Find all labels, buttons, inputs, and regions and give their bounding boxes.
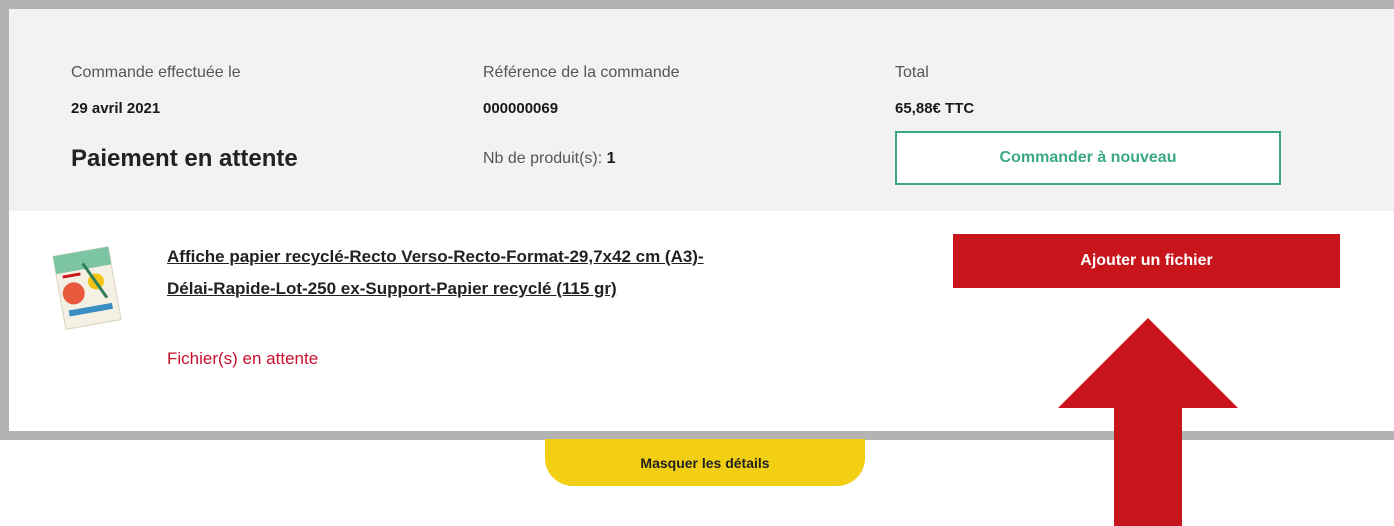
file-status: Fichier(s) en attente bbox=[167, 349, 319, 368]
order-total-value: 65,88€ TTC bbox=[895, 100, 975, 117]
reorder-button[interactable]: Commander à nouveau bbox=[895, 131, 1281, 185]
up-arrow-icon bbox=[1058, 318, 1238, 526]
add-file-button[interactable]: Ajouter un fichier bbox=[953, 234, 1340, 288]
product-count-value: 1 bbox=[606, 150, 616, 167]
product-count-label: Nb de produit(s): bbox=[483, 150, 603, 167]
order-date-label: Commande effectuée le bbox=[71, 64, 241, 81]
order-date-value: 29 avril 2021 bbox=[71, 100, 161, 117]
hide-details-button[interactable]: Masquer les détails bbox=[545, 439, 865, 486]
order-header: Commande effectuée le 29 avril 2021 Réfé… bbox=[9, 9, 1394, 211]
order-total-label: Total bbox=[895, 64, 929, 81]
product-title-link[interactable]: Affiche papier recyclé-Recto Verso-Recto… bbox=[167, 241, 727, 305]
product-count: Nb de produit(s): 1 bbox=[483, 150, 616, 168]
poster-thumbnail-icon bbox=[52, 246, 122, 330]
order-reference-value: 000000069 bbox=[483, 100, 559, 117]
order-reference-label: Référence de la commande bbox=[483, 64, 680, 81]
order-status: Paiement en attente bbox=[71, 145, 298, 172]
